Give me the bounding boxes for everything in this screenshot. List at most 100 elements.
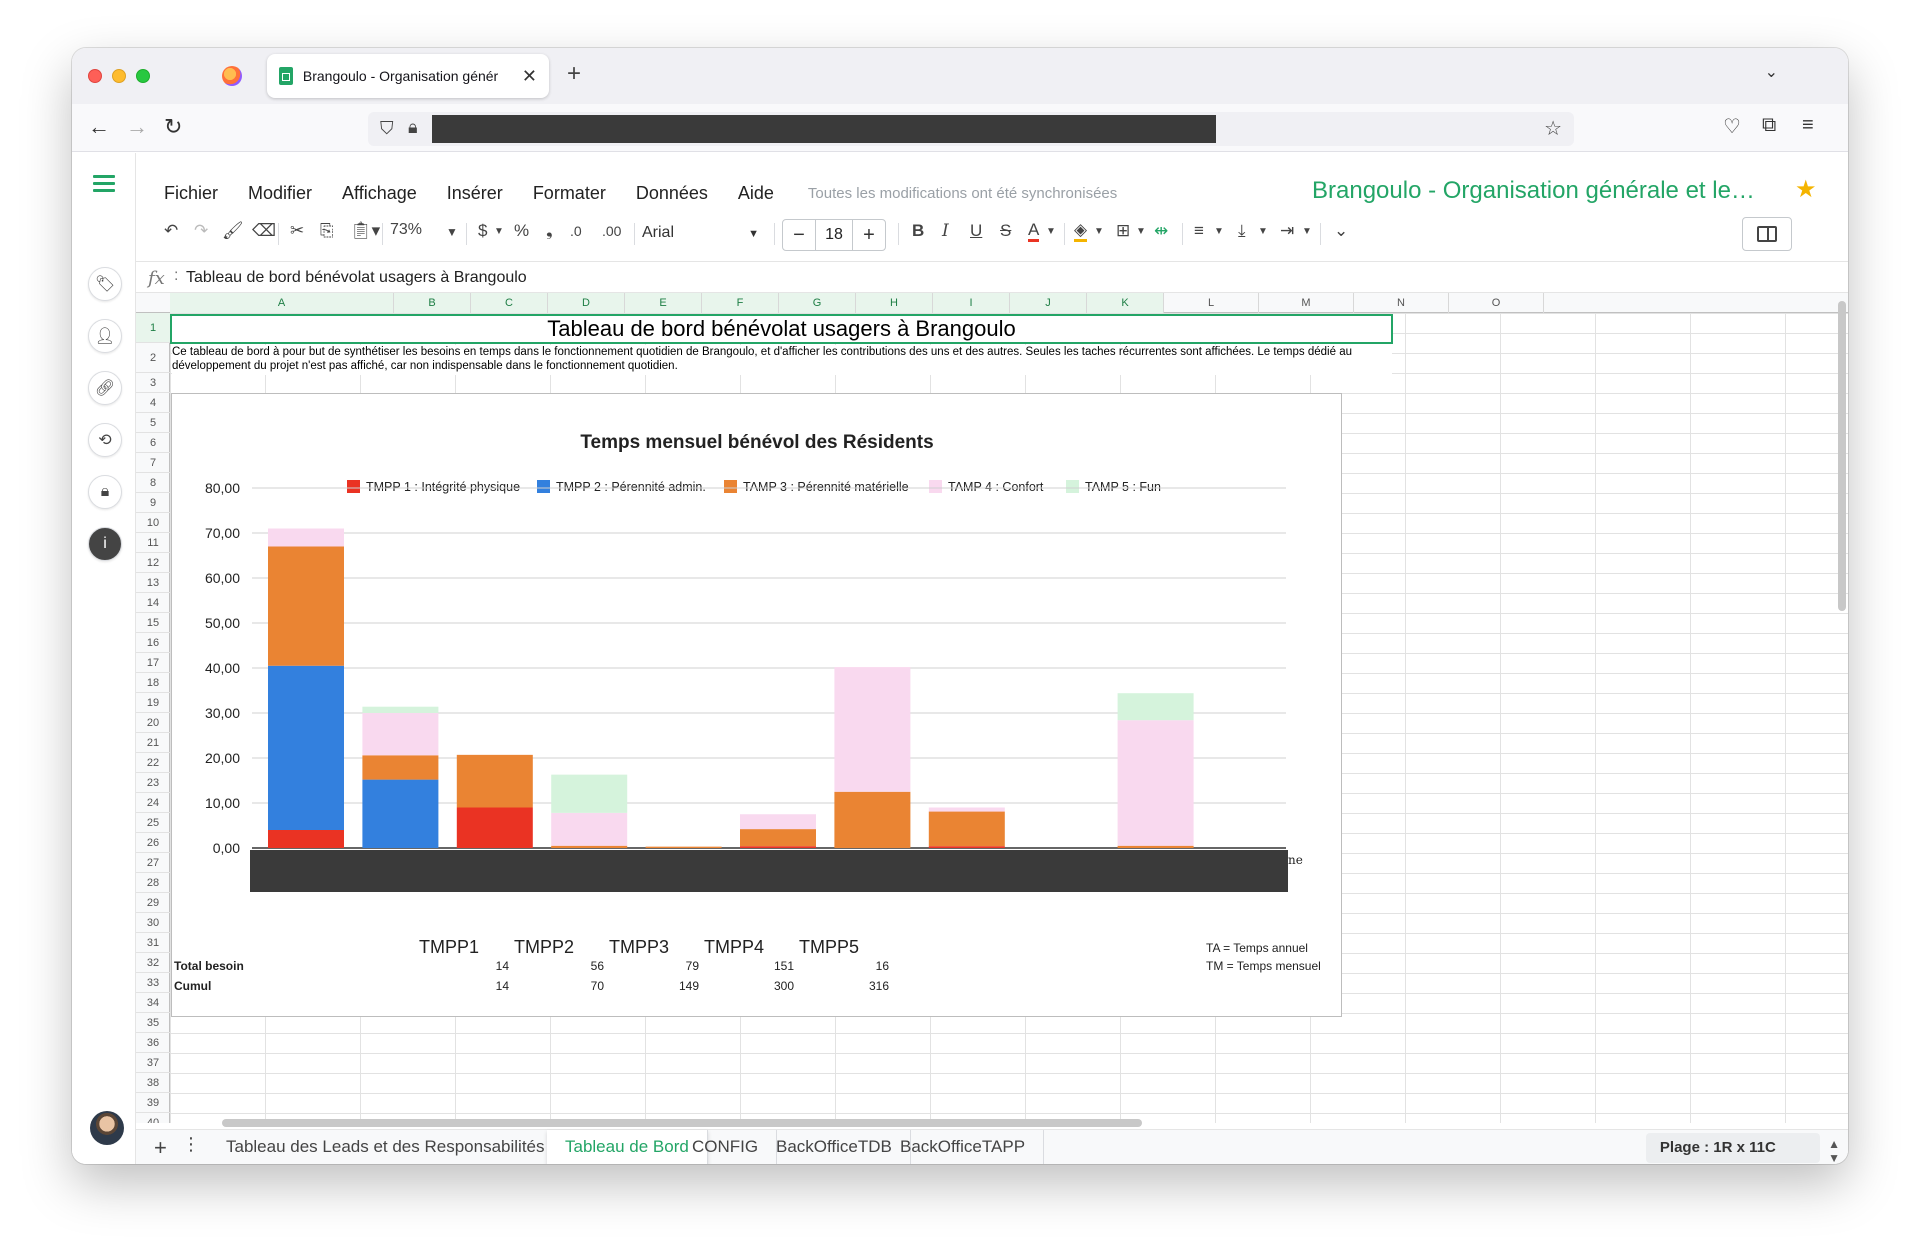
underline-button[interactable]: U (970, 221, 982, 241)
row-header[interactable]: 35 (136, 1013, 170, 1033)
extensions-icon[interactable]: ⧉ (1762, 114, 1776, 137)
row-header[interactable]: 18 (136, 673, 170, 693)
row-header[interactable]: 21 (136, 733, 170, 753)
chevron-down-icon[interactable]: ▼ (1214, 226, 1224, 237)
row-header[interactable]: 24 (136, 793, 170, 813)
user-avatar[interactable] (90, 1111, 124, 1145)
chevron-down-icon[interactable]: ▼ (1046, 226, 1056, 237)
zoom-select[interactable]: 73% (390, 221, 422, 239)
percent-button[interactable]: % (514, 221, 529, 241)
reload-icon[interactable]: ↻ (164, 114, 182, 140)
row-header[interactable]: 19 (136, 693, 170, 713)
align-vertical-icon[interactable]: ⤓ (1238, 221, 1246, 241)
row-header[interactable]: 5 (136, 413, 170, 433)
total-besoin-tmpp1[interactable]: 14 (419, 959, 509, 975)
column-header-b[interactable]: B (394, 293, 471, 313)
header-tmpp1[interactable]: TMPP1 (419, 937, 514, 957)
header-tmpp2[interactable]: TMPP2 (514, 937, 609, 957)
bookmark-star-icon[interactable]: ☆ (1544, 116, 1562, 141)
row-header[interactable]: 38 (136, 1073, 170, 1093)
row-header[interactable]: 28 (136, 873, 170, 893)
header-tmpp3[interactable]: TMPP3 (609, 937, 704, 957)
align-horizontal-icon[interactable]: ≡ (1194, 221, 1204, 241)
cut-icon[interactable]: ✂ (290, 221, 304, 241)
row-header[interactable]: 2 (136, 343, 170, 373)
row-header[interactable]: 33 (136, 973, 170, 993)
bar-segment[interactable] (551, 774, 628, 813)
row-header[interactable]: 29 (136, 893, 170, 913)
row-header[interactable]: 40 (136, 1113, 170, 1123)
chevron-down-icon[interactable]: ▼ (1136, 226, 1146, 237)
comma-button[interactable]: ❟ (546, 221, 553, 241)
add-person-icon[interactable]: 👤︎ (88, 319, 122, 353)
menu-donnees[interactable]: Données (636, 183, 708, 204)
total-besoin-tmpp5[interactable]: 16 (799, 959, 889, 975)
bar-segment[interactable] (362, 779, 439, 848)
sheet-tab-backofficetapp[interactable]: BackOfficeTAPP (882, 1130, 1045, 1164)
lock-icon[interactable]: 🔒︎ (408, 117, 418, 138)
header-tmpp5[interactable]: TMPP5 (799, 937, 894, 957)
chevron-down-icon[interactable]: ▼ (1094, 226, 1104, 237)
bar-segment[interactable] (645, 846, 722, 848)
firefox-icon[interactable] (222, 66, 242, 86)
cumul-label[interactable]: Cumul (174, 979, 414, 995)
row-header[interactable]: 11 (136, 533, 170, 553)
document-title[interactable]: Brangoulo - Organisation générale et le… (1312, 177, 1782, 205)
menu-fichier[interactable]: Fichier (164, 183, 218, 204)
row-header[interactable]: 22 (136, 753, 170, 773)
increase-font-size-button[interactable]: + (853, 224, 885, 247)
chevron-down-icon[interactable]: ▼ (446, 225, 458, 239)
pocket-icon[interactable]: ♡ (1723, 114, 1741, 139)
all-sheets-icon[interactable]: ⋮ (182, 1134, 200, 1155)
row-header[interactable]: 10 (136, 513, 170, 533)
text-color-button[interactable]: A (1028, 221, 1040, 242)
row-header[interactable]: 25 (136, 813, 170, 833)
strikethrough-button[interactable]: S (1000, 221, 1011, 241)
cumul-tmpp1[interactable]: 14 (419, 979, 509, 995)
column-header-m[interactable]: M (1259, 293, 1354, 313)
row-header[interactable]: 1 (136, 313, 170, 343)
bar-segment[interactable] (551, 812, 628, 846)
merge-cells-icon[interactable]: ⇹ (1154, 221, 1168, 241)
bar-segment[interactable] (362, 713, 439, 756)
row-header[interactable]: 7 (136, 453, 170, 473)
column-header-j[interactable]: J (1010, 293, 1087, 313)
header-tmpp4[interactable]: TMPP4 (704, 937, 799, 957)
menu-modifier[interactable]: Modifier (248, 183, 312, 204)
note-ta[interactable]: TA = Temps annuel (1206, 941, 1376, 957)
bar-segment[interactable] (1117, 845, 1194, 848)
font-size-value[interactable]: 18 (815, 220, 853, 250)
cumul-tmpp4[interactable]: 300 (704, 979, 794, 995)
tag-icon[interactable]: 🏷︎ (88, 267, 122, 301)
sheet-tab-leads[interactable]: Tableau des Leads et des Responsabilités (208, 1130, 564, 1164)
chevron-down-icon[interactable]: ▼ (1302, 226, 1312, 237)
star-icon[interactable]: ★ (1795, 175, 1817, 204)
copy-icon[interactable]: ⎘ (320, 221, 334, 241)
increase-decimal-button[interactable]: .00 (602, 223, 621, 239)
column-header-l[interactable]: L (1164, 293, 1259, 313)
add-sheet-button[interactable]: + (154, 1135, 167, 1161)
bar-segment[interactable] (928, 807, 1005, 812)
row-header[interactable]: 30 (136, 913, 170, 933)
bar-segment[interactable] (268, 528, 344, 547)
row-header[interactable]: 6 (136, 433, 170, 453)
range-summary[interactable]: Plage : 1R x 11C (1645, 1133, 1820, 1163)
currency-button[interactable]: $ (478, 221, 487, 241)
cumul-tmpp2[interactable]: 70 (514, 979, 604, 995)
row-header[interactable]: 13 (136, 573, 170, 593)
close-tab-icon[interactable]: ✕ (522, 66, 537, 87)
vertical-scrollbar[interactable] (1838, 301, 1846, 611)
bar-segment[interactable] (268, 830, 344, 848)
bold-button[interactable]: B (912, 221, 924, 241)
minimize-window-button[interactable] (112, 69, 126, 83)
url-bar[interactable]: ⛉ 🔒︎ ☆ (368, 112, 1574, 146)
menu-inserer[interactable]: Insérer (447, 183, 503, 204)
cumul-tmpp5[interactable]: 316 (799, 979, 889, 995)
bar-segment[interactable] (362, 755, 439, 780)
row-header[interactable]: 39 (136, 1093, 170, 1113)
column-header-g[interactable]: G (779, 293, 856, 313)
note-tm[interactable]: TM = Temps mensuel (1206, 959, 1376, 975)
total-besoin-label[interactable]: Total besoin (174, 959, 414, 975)
row-header[interactable]: 32 (136, 953, 170, 973)
horizontal-scrollbar[interactable] (222, 1119, 1142, 1127)
